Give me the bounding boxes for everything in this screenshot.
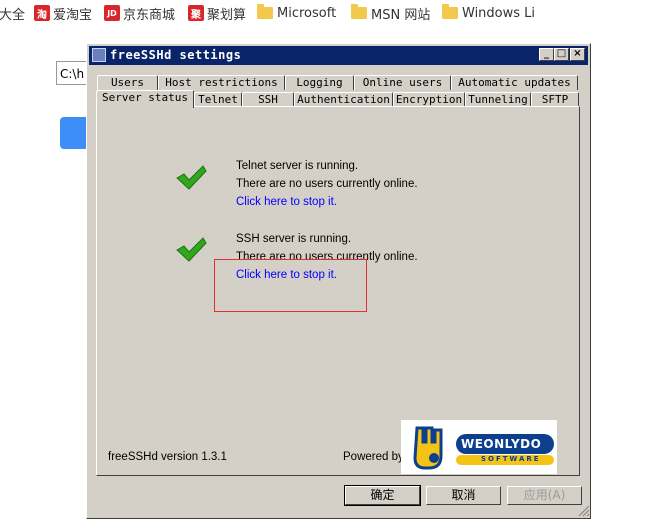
tab-encryption[interactable]: Encryption: [393, 92, 465, 107]
bookmark-taobao[interactable]: 淘 爱淘宝: [34, 4, 93, 23]
tab-users[interactable]: Users: [97, 75, 158, 90]
taobao-icon: 淘: [34, 5, 50, 21]
checkmark-icon: [176, 237, 207, 262]
tab-authentication[interactable]: Authentication: [294, 92, 393, 107]
ssh-status-text: SSH server is running.: [236, 233, 352, 245]
cancel-button[interactable]: 取消: [426, 486, 501, 505]
logo-text: WEONLYDO: [461, 437, 542, 451]
jd-icon: JD: [104, 5, 120, 21]
highlight-box: [214, 259, 367, 312]
resize-grip-icon[interactable]: [578, 505, 590, 517]
bookmarks-bar: 大全 淘 爱淘宝 JD 京东商城 聚 聚划算 Microsoft MSN 网站 …: [0, 0, 668, 26]
bookmark-label: 爱淘宝: [53, 7, 93, 23]
bookmark-label: Microsoft: [277, 5, 337, 21]
tab-ssh[interactable]: SSH: [242, 92, 294, 107]
telnet-users-text: There are no users currently online.: [236, 178, 418, 190]
tab-telnet[interactable]: Telnet: [194, 92, 242, 107]
bookmark-daquan[interactable]: 大全: [0, 4, 26, 23]
app-icon: [92, 48, 106, 62]
bookmark-jd[interactable]: JD 京东商城: [104, 4, 176, 23]
apply-button[interactable]: 应用(A): [507, 486, 582, 505]
ok-button[interactable]: 确定: [344, 485, 421, 506]
bookmark-microsoft[interactable]: Microsoft: [257, 4, 336, 22]
close-button[interactable]: ×: [570, 48, 585, 61]
tab-automatic-updates[interactable]: Automatic updates: [451, 75, 578, 90]
tab-tunneling[interactable]: Tunneling: [465, 92, 531, 107]
bookmark-label: MSN 网站: [371, 7, 431, 23]
telnet-stop-link[interactable]: Click here to stop it.: [236, 196, 337, 208]
folder-icon: [442, 4, 458, 19]
folder-icon: [257, 4, 273, 19]
checkmark-icon: [176, 165, 207, 190]
bookmark-label: 聚划算: [207, 7, 247, 23]
tab-server-status[interactable]: Server status: [96, 90, 194, 108]
tab-sftp[interactable]: SFTP: [531, 92, 579, 107]
minimize-button[interactable]: _: [539, 48, 554, 61]
folder-icon: [351, 4, 367, 19]
tab-logging[interactable]: Logging: [285, 75, 354, 90]
bookmark-label: Windows Li: [462, 5, 536, 21]
maximize-button[interactable]: □: [554, 48, 569, 61]
version-text: freeSSHd version 1.3.1: [108, 451, 227, 463]
powered-by-text: Powered by: [343, 451, 404, 463]
bookmark-msn[interactable]: MSN 网站: [351, 4, 431, 23]
bookmark-label: 大全: [0, 7, 26, 23]
juhuasuan-icon: 聚: [188, 5, 204, 21]
bookmark-label: 京东商城: [123, 7, 176, 23]
window-title: freeSSHd settings: [110, 48, 242, 62]
bookmark-windows-live[interactable]: Windows Li: [442, 4, 535, 22]
tab-online-users[interactable]: Online users: [354, 75, 451, 90]
tab-host-restrictions[interactable]: Host restrictions: [158, 75, 285, 90]
telnet-status-text: Telnet server is running.: [236, 160, 359, 172]
bookmark-juhuasuan[interactable]: 聚 聚划算: [188, 4, 247, 23]
logo-subtext: SOFTWARE: [481, 455, 541, 463]
weonlydo-logo[interactable]: WEONLYDO SOFTWARE: [401, 420, 557, 474]
title-bar[interactable]: freeSSHd settings _ □ ×: [89, 46, 588, 65]
